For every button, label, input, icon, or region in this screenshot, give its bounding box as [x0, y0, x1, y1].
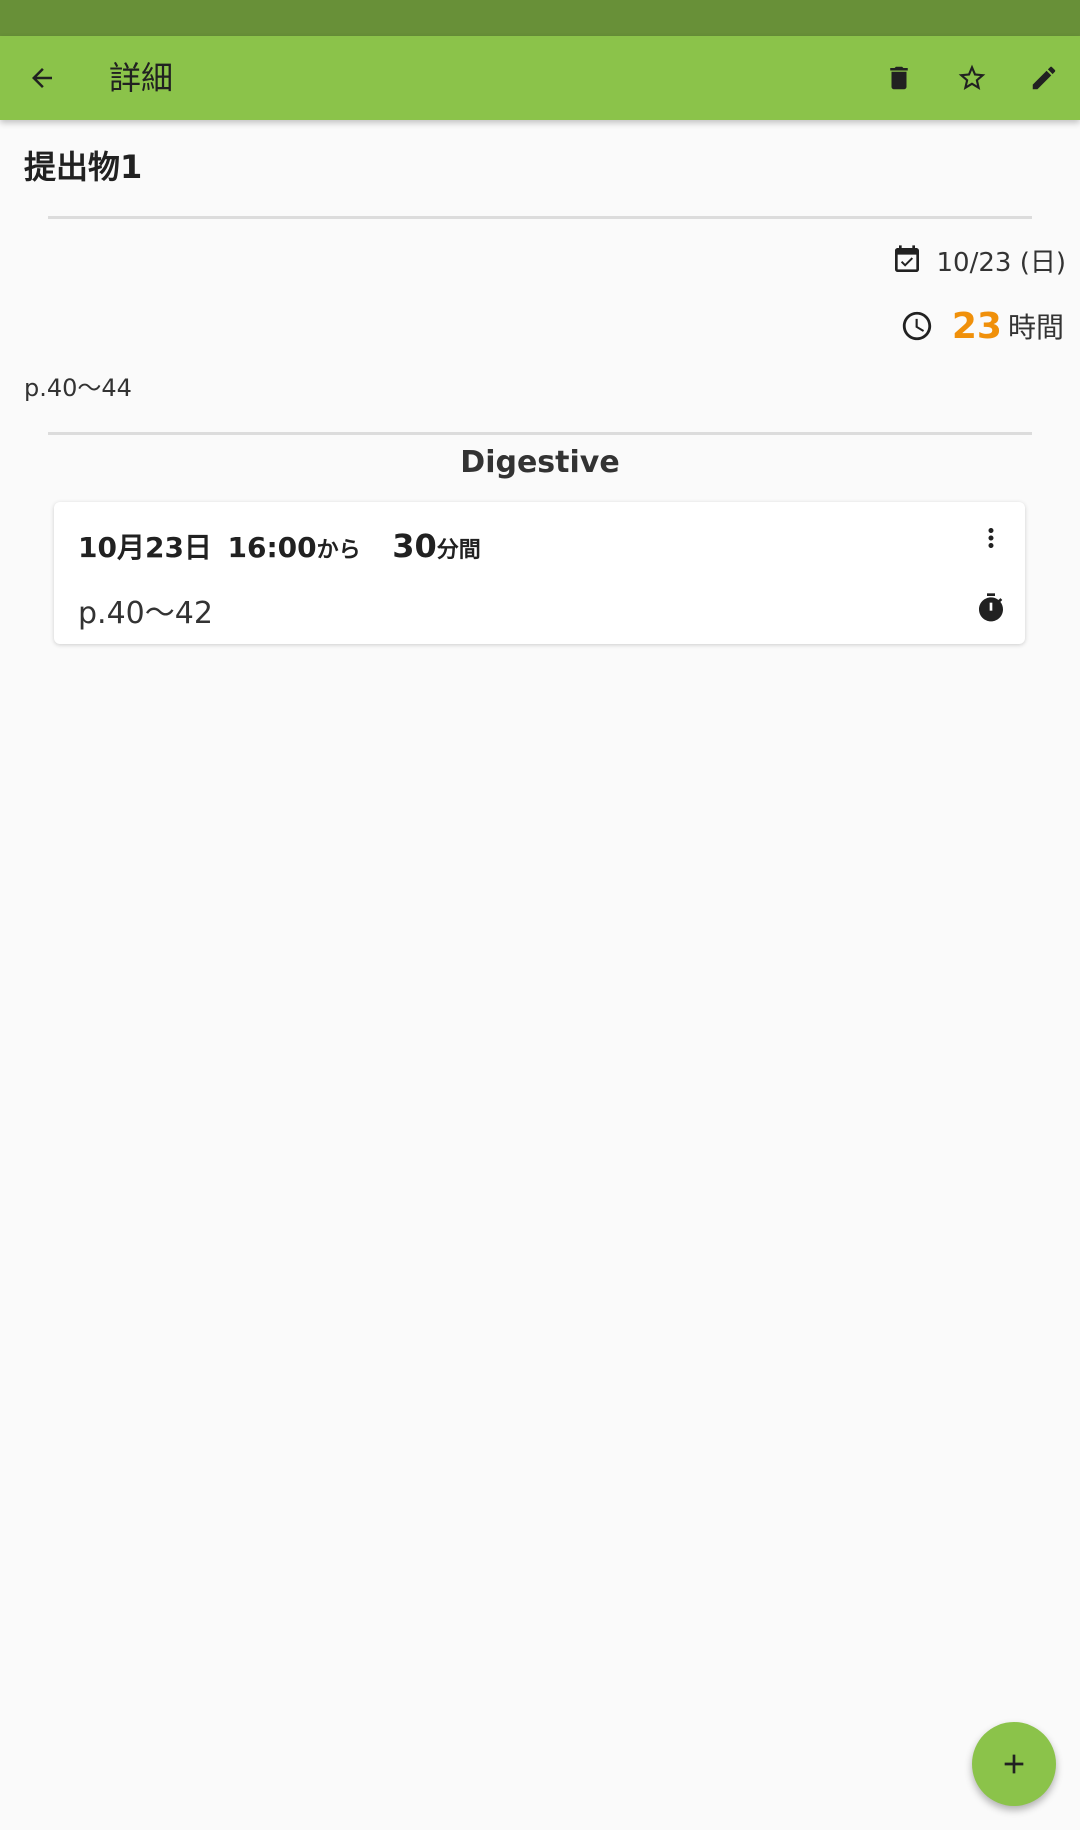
plan-duration-unit: 分間: [436, 538, 481, 563]
plan-schedule: 10月23日 16:00から 30分間: [78, 526, 481, 566]
plan-start-time: 16:00: [227, 531, 317, 564]
remaining-unit: 時間: [1007, 311, 1064, 344]
plan-start-suffix: から: [316, 538, 361, 563]
stopwatch-icon: [979, 593, 1003, 622]
clock-icon: [902, 311, 932, 341]
due-date-row: 10/23 (日): [891, 240, 1066, 280]
edit-button[interactable]: [1022, 56, 1066, 100]
add-plan-button[interactable]: [972, 1722, 1056, 1806]
app-bar: 詳細: [0, 36, 1080, 120]
divider: [48, 216, 1032, 219]
study-plan-card[interactable]: 10月23日 16:00から 30分間 p.40〜42: [54, 502, 1025, 644]
plus-icon: [1004, 1754, 1024, 1774]
page-title: 詳細: [109, 59, 174, 97]
task-memo: p.40〜44: [24, 374, 132, 402]
remaining-time-row: 23 時間: [900, 304, 1064, 348]
subject-name: Digestive: [460, 445, 620, 480]
due-date-text: 10/23 (日): [936, 247, 1066, 278]
calendar-check-icon: [894, 245, 919, 272]
trash-icon: [890, 66, 908, 90]
remaining-value: 23: [951, 305, 1002, 347]
divider: [48, 432, 1032, 435]
card-menu-button[interactable]: [973, 518, 1009, 558]
plan-content: p.40〜42: [78, 596, 213, 631]
arrow-back-icon: [32, 68, 52, 88]
edit-pencil-icon: [1032, 66, 1056, 90]
task-title: 提出物1: [24, 148, 143, 186]
more-vert-icon: [988, 528, 994, 548]
favorite-button[interactable]: [950, 56, 994, 100]
plan-duration-value: 30: [392, 527, 437, 565]
back-button[interactable]: [20, 56, 64, 100]
delete-button[interactable]: [877, 56, 921, 100]
star-outline-icon: [958, 64, 986, 90]
plan-date: 10月23日: [78, 531, 212, 564]
timer-button[interactable]: [973, 588, 1009, 628]
status-bar: [0, 0, 1080, 36]
